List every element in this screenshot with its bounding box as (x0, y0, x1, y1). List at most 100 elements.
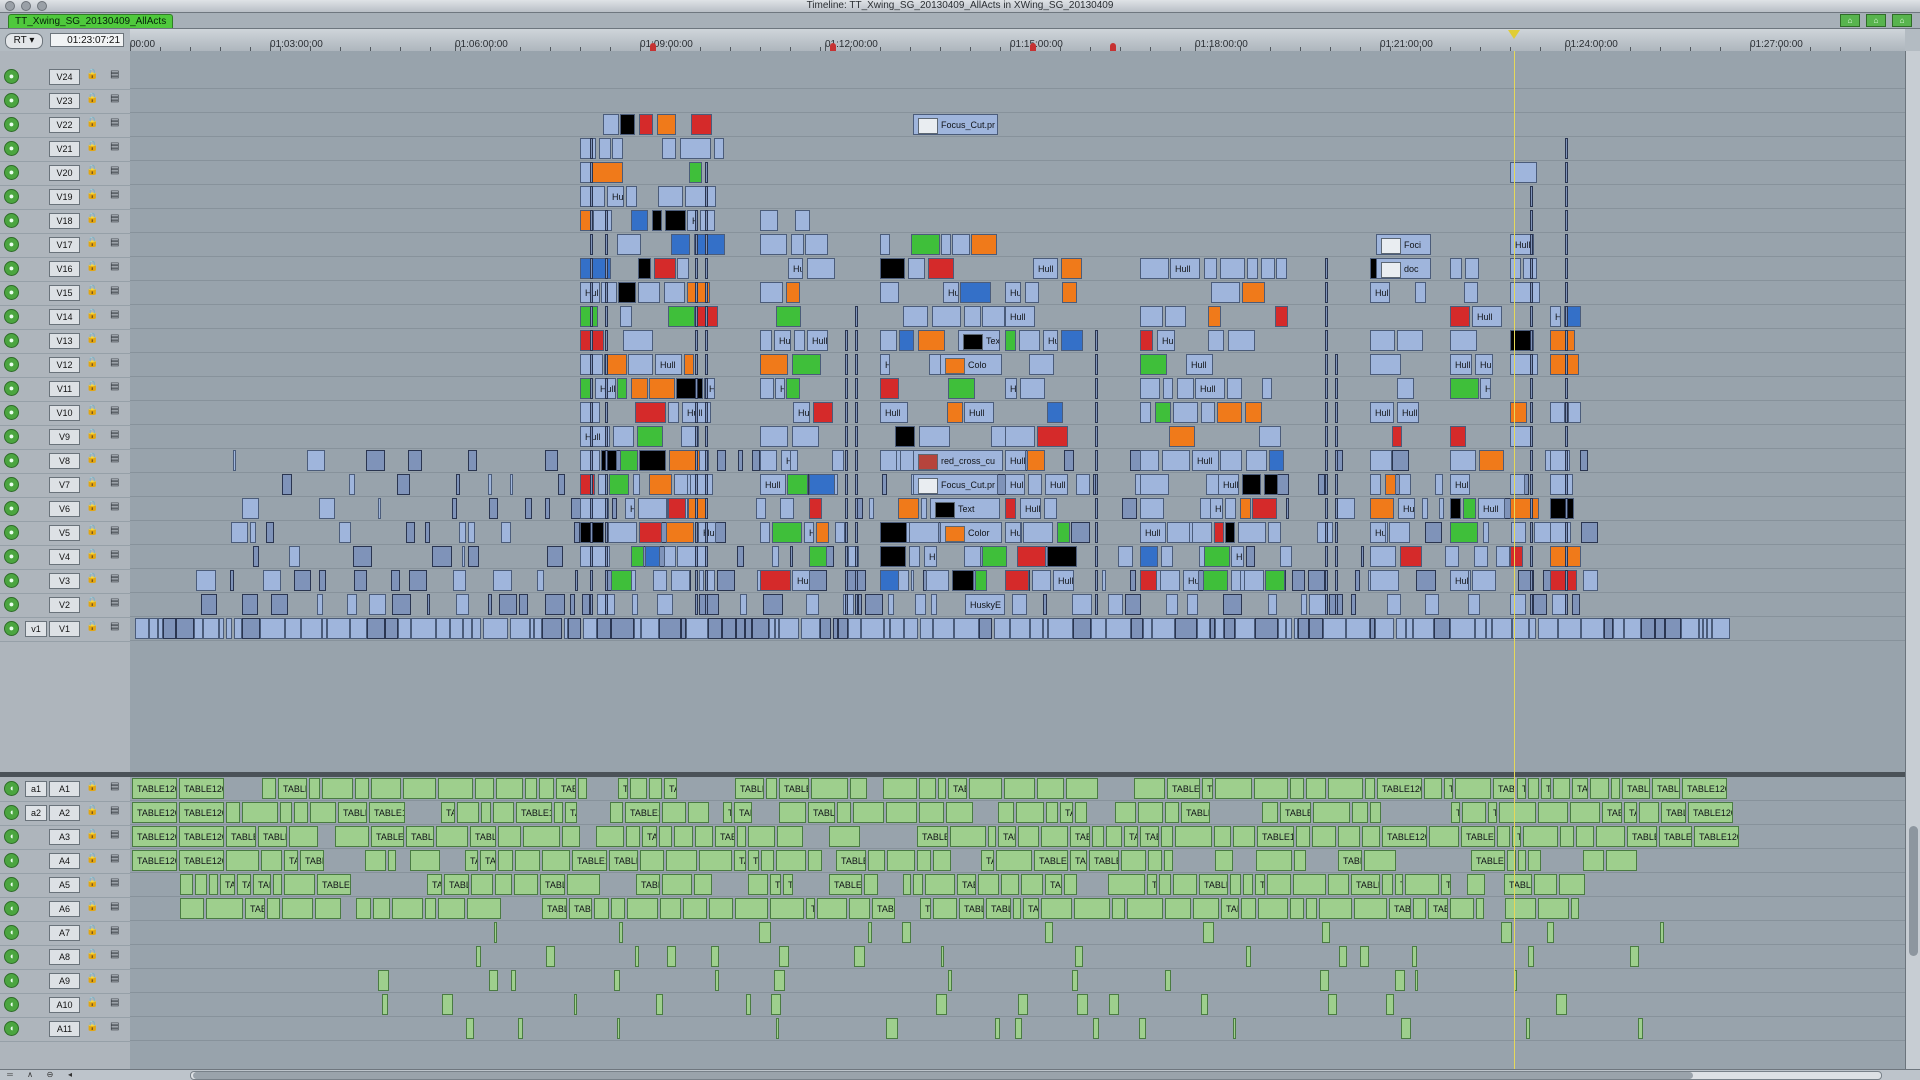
video-clip[interactable] (786, 282, 800, 303)
video-clip[interactable] (605, 594, 608, 615)
track-lock-icon[interactable]: 🔒 (86, 237, 98, 248)
video-clip[interactable] (1558, 618, 1581, 639)
audio-clip[interactable] (913, 874, 923, 895)
audio-clip[interactable] (635, 946, 639, 967)
audio-clip[interactable]: TABLE12 (1255, 874, 1265, 895)
audio-clip[interactable] (695, 826, 713, 847)
video-clip[interactable] (845, 450, 848, 471)
track-lock-icon[interactable]: 🔒 (86, 525, 98, 536)
audio-clip[interactable] (1401, 1018, 1411, 1039)
video-clip[interactable] (349, 474, 355, 495)
video-clip[interactable] (519, 594, 528, 615)
video-clip[interactable] (1095, 450, 1098, 471)
video-clip[interactable] (652, 210, 662, 231)
video-clip[interactable] (1550, 570, 1577, 591)
video-clip[interactable] (488, 474, 492, 495)
video-clip[interactable] (695, 378, 698, 399)
audio-clip[interactable] (1328, 778, 1363, 799)
audio-clip[interactable]: TABLE12 (1451, 802, 1460, 823)
audio-clip[interactable] (649, 778, 662, 799)
track-name-label[interactable]: V14 (49, 309, 80, 325)
audio-clip[interactable]: TABLE12 (872, 898, 895, 919)
audio-clip[interactable] (371, 778, 401, 799)
video-clip[interactable] (597, 618, 611, 639)
audio-clip[interactable] (617, 1018, 620, 1039)
video-clip[interactable]: Hull (1005, 450, 1026, 471)
audio-clip[interactable] (1165, 898, 1191, 919)
video-clip[interactable]: Hull (1370, 402, 1394, 423)
video-clip[interactable] (933, 618, 954, 639)
video-clip[interactable] (717, 450, 726, 471)
video-clip[interactable] (1335, 378, 1338, 399)
audio-clip[interactable] (941, 946, 944, 967)
video-clip[interactable]: Hull (1478, 498, 1505, 519)
video-clip[interactable] (705, 282, 708, 303)
video-clip[interactable] (1712, 618, 1730, 639)
video-clip[interactable] (705, 402, 708, 423)
audio-clip[interactable]: TABLE12 (569, 898, 592, 919)
audio-clip[interactable] (335, 826, 369, 847)
video-clip[interactable] (617, 378, 627, 399)
auto-select-icon[interactable]: ▤ (110, 501, 119, 512)
audio-clip[interactable] (498, 850, 513, 871)
video-clip[interactable] (1580, 450, 1588, 471)
video-clip[interactable] (620, 450, 638, 471)
video-clip[interactable] (680, 138, 711, 159)
track-visibility-icon[interactable]: ● (4, 237, 19, 252)
audio-clip[interactable]: TABLE12 (664, 778, 677, 799)
video-clip[interactable] (339, 522, 351, 543)
video-clip[interactable] (1346, 618, 1370, 639)
video-clip[interactable] (1192, 522, 1212, 543)
audio-clip[interactable] (667, 946, 676, 967)
audio-clip[interactable]: TABLE12 (1627, 826, 1657, 847)
audio-clip[interactable]: TABLE12 (1504, 874, 1532, 895)
video-clip[interactable] (1278, 618, 1286, 639)
auto-select-icon[interactable]: ▤ (110, 949, 119, 960)
video-clip[interactable] (948, 378, 975, 399)
audio-clip[interactable] (1611, 778, 1620, 799)
video-clip[interactable] (242, 498, 259, 519)
video-clip[interactable] (816, 522, 829, 543)
audio-clip[interactable] (1424, 778, 1442, 799)
video-clip[interactable] (763, 594, 783, 615)
auto-select-icon[interactable]: ▤ (110, 1021, 119, 1032)
video-clip[interactable] (1355, 570, 1360, 591)
audio-clip[interactable] (611, 898, 625, 919)
video-clip[interactable] (855, 594, 858, 615)
audio-clip[interactable] (746, 994, 751, 1015)
audio-clip[interactable] (998, 802, 1014, 823)
video-clip[interactable] (1370, 498, 1394, 519)
audio-clip[interactable]: TABLE12 (1622, 778, 1650, 799)
video-clip[interactable] (1568, 402, 1581, 423)
video-clip[interactable] (1224, 618, 1235, 639)
auto-select-icon[interactable]: ▤ (110, 573, 119, 584)
video-clip[interactable] (537, 570, 544, 591)
audio-clip[interactable]: TABLE12 (806, 898, 815, 919)
audio-clip[interactable] (1127, 898, 1163, 919)
audio-clip[interactable]: TABLE12 (253, 874, 271, 895)
audio-clip[interactable] (1528, 850, 1541, 871)
video-clip[interactable] (1140, 330, 1153, 351)
audio-clip[interactable] (365, 850, 386, 871)
auto-select-icon[interactable]: ▤ (110, 165, 119, 176)
video-clip[interactable] (699, 594, 719, 615)
video-clip[interactable] (226, 618, 232, 639)
video-clip[interactable] (605, 522, 608, 543)
video-clip[interactable] (289, 546, 300, 567)
source-patch-button[interactable]: a1 (25, 781, 47, 797)
video-clip[interactable] (1095, 354, 1098, 375)
video-clip[interactable] (1255, 618, 1278, 639)
audio-clip[interactable] (515, 850, 540, 871)
video-clip[interactable]: Hull (1005, 522, 1021, 543)
audio-clip[interactable] (938, 778, 946, 799)
audio-clip[interactable] (1570, 802, 1600, 823)
audio-clip[interactable] (1106, 826, 1122, 847)
video-clip[interactable] (690, 474, 713, 495)
audio-clip[interactable] (267, 898, 280, 919)
audio-clip[interactable]: TABLE12 (237, 874, 251, 895)
video-clip[interactable] (760, 378, 774, 399)
audio-clip[interactable] (1290, 898, 1304, 919)
video-clip[interactable] (979, 618, 992, 639)
audio-clip[interactable] (627, 898, 658, 919)
video-clip[interactable] (1019, 330, 1040, 351)
